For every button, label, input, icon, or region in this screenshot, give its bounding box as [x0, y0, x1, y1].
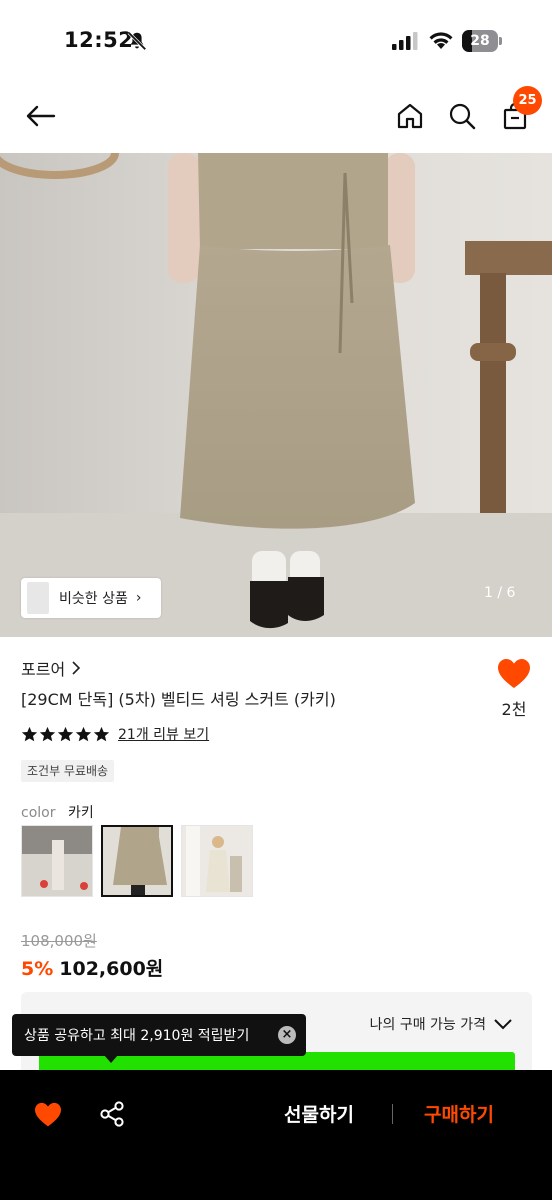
chevron-right-icon [72, 661, 81, 675]
divider [392, 1104, 393, 1124]
bottom-action-bar: 선물하기 구매하기 [0, 1070, 552, 1200]
brand-link[interactable]: 포르어 [21, 656, 81, 680]
home-icon [397, 103, 423, 129]
similar-thumb [27, 582, 49, 614]
color-swatch-selected[interactable] [101, 825, 173, 897]
discount-rate: 5% [21, 958, 54, 980]
color-value: 카키 [67, 805, 94, 821]
product-photo [0, 153, 552, 637]
battery-indicator: 28 [462, 30, 502, 52]
top-nav [0, 84, 552, 148]
swatch-image [22, 826, 92, 896]
cellular-signal-icon [392, 32, 418, 50]
battery-level: 28 [470, 33, 490, 49]
share-icon[interactable] [98, 1100, 126, 1128]
search-icon [449, 103, 476, 130]
share-tooltip: 상품 공유하고 최대 2,910원 적립받기 × [12, 1014, 306, 1056]
search-button[interactable] [442, 96, 482, 136]
status-time: 12:52 [64, 28, 134, 52]
star-icon [93, 726, 110, 741]
star-icon [21, 726, 38, 741]
product-image[interactable] [0, 153, 552, 637]
brand-name: 포르어 [21, 660, 66, 679]
final-price: 102,600원 [59, 958, 164, 980]
product-title: [29CM 단독] (5차) 벨티드 셔링 스커트 (카키) [21, 690, 336, 709]
image-counter: 1 / 6 [484, 585, 516, 601]
star-icon [39, 726, 56, 741]
color-swatch[interactable] [21, 825, 93, 897]
swatch-image [103, 827, 171, 895]
star-rating [21, 726, 110, 743]
price-row: 5% 102,600원 [21, 954, 163, 981]
color-swatches [21, 825, 253, 897]
my-price-toggle[interactable]: 나의 구매 가능 가격 [370, 1014, 512, 1034]
original-price: 108,000원 [21, 932, 97, 950]
star-icon [57, 726, 74, 741]
heart-icon[interactable] [497, 658, 531, 690]
home-button[interactable] [390, 96, 430, 136]
color-key: color [21, 805, 56, 821]
my-price-label: 나의 구매 가능 가격 [369, 1017, 486, 1033]
like-count: 2천 [501, 700, 527, 719]
rating-row: 21개 리뷰 보기 [21, 724, 209, 744]
wifi-icon [429, 32, 453, 49]
back-button[interactable] [20, 96, 60, 136]
buy-button[interactable]: 구매하기 [424, 1100, 494, 1127]
gift-button[interactable]: 선물하기 [284, 1100, 354, 1127]
bell-off-icon [127, 31, 147, 51]
arrow-left-icon [26, 105, 56, 127]
cart-count-badge: 25 [513, 86, 542, 115]
star-icon [75, 726, 92, 741]
chevron-down-icon [494, 1019, 512, 1030]
status-bar: 12:52 28 [0, 0, 552, 80]
color-swatch[interactable] [181, 825, 253, 897]
chevron-right-icon: › [135, 590, 142, 606]
heart-icon[interactable] [34, 1102, 62, 1128]
similar-products-button[interactable]: 비슷한 상품 › [21, 578, 161, 618]
review-link[interactable]: 21개 리뷰 보기 [118, 724, 209, 744]
shipping-badge: 조건부 무료배송 [21, 760, 115, 782]
similar-products-label: 비슷한 상품 [59, 591, 128, 607]
swatch-image [182, 826, 252, 896]
close-icon[interactable]: × [278, 1026, 296, 1044]
tooltip-tail [104, 1055, 118, 1063]
color-row: color 카키 [21, 802, 94, 822]
share-tooltip-text: 상품 공유하고 최대 2,910원 적립받기 [24, 1028, 250, 1044]
